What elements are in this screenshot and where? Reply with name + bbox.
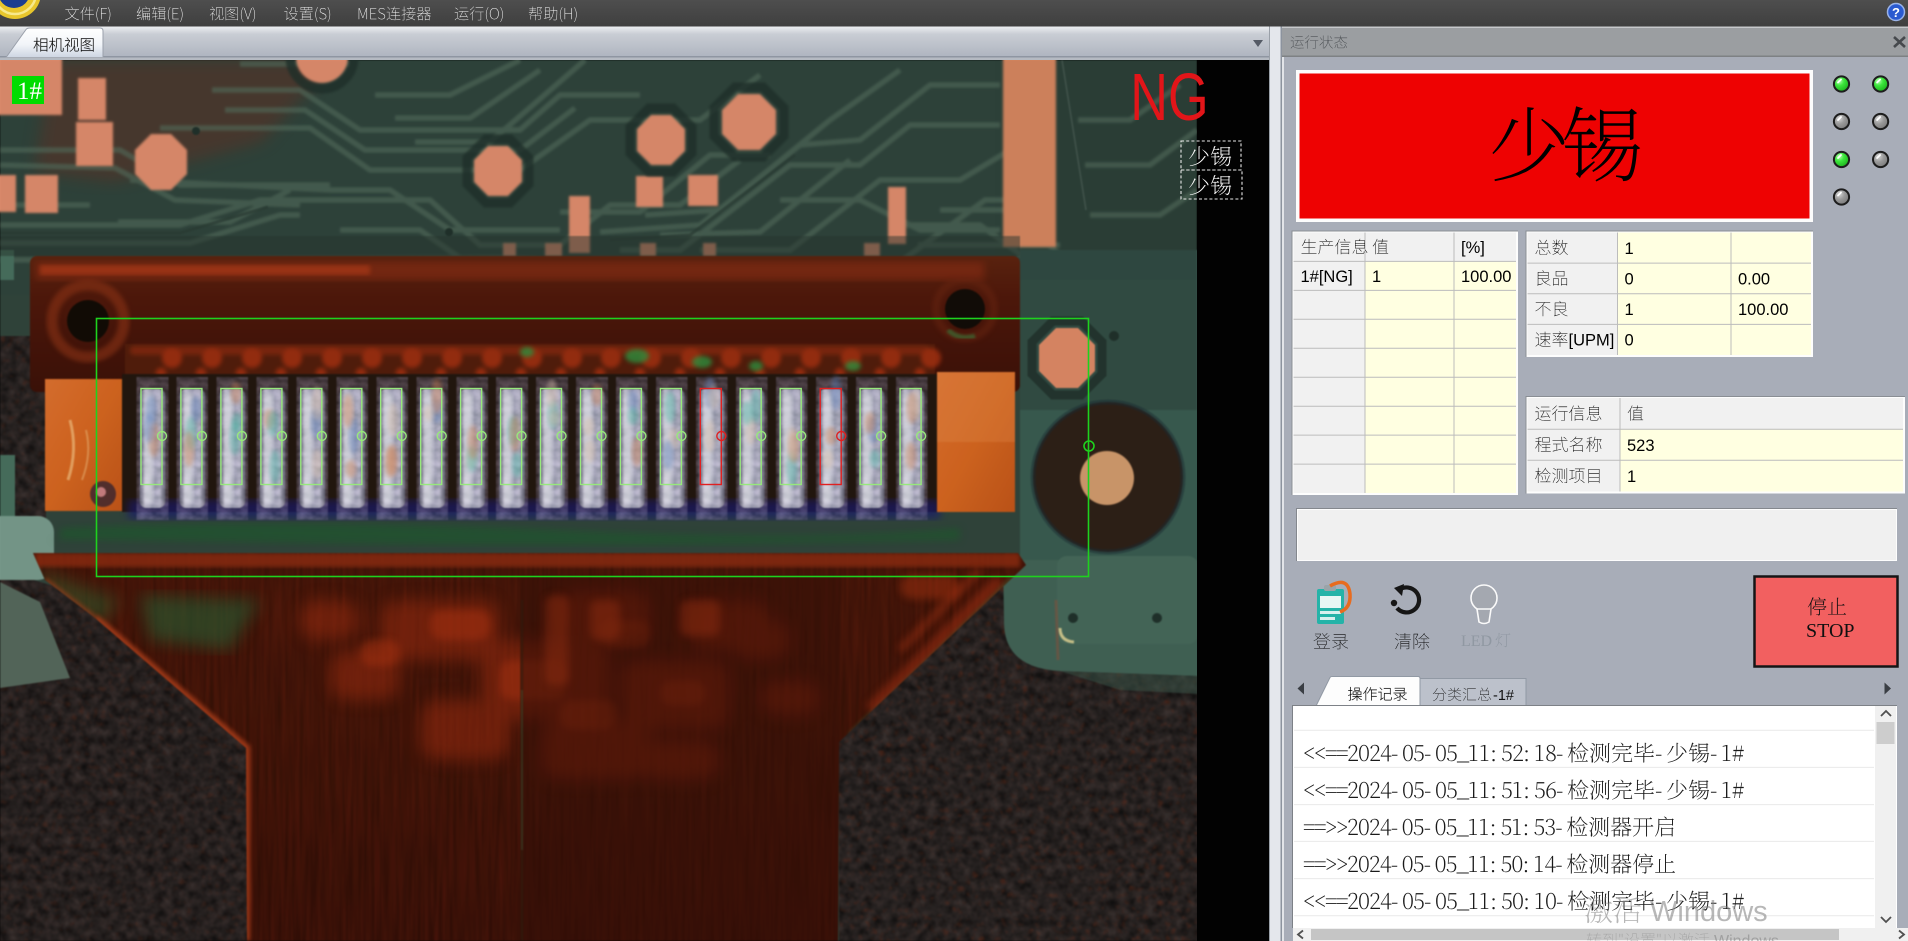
svg-text:1: 1 xyxy=(1372,268,1381,286)
svg-text:[%]: [%] xyxy=(1461,239,1485,257)
svg-text:STOP: STOP xyxy=(1806,620,1855,642)
svg-text:100.00: 100.00 xyxy=(1461,268,1511,286)
svg-text:0: 0 xyxy=(1625,332,1634,350)
svg-text:1: 1 xyxy=(1627,468,1636,486)
svg-text:Windows: Windows xyxy=(1650,896,1768,928)
svg-text:0.00: 0.00 xyxy=(1738,270,1770,288)
svg-text:1: 1 xyxy=(1625,301,1634,319)
svg-text:100.00: 100.00 xyxy=(1738,301,1788,319)
svg-text:1#: 1# xyxy=(17,78,43,105)
svg-text:523: 523 xyxy=(1627,437,1655,455)
svg-text:-1#: -1# xyxy=(1493,688,1514,704)
svg-text:[UPM]: [UPM] xyxy=(1569,332,1615,350)
svg-text:LED: LED xyxy=(1461,633,1492,650)
svg-text:NG: NG xyxy=(1130,60,1208,135)
svg-text:?: ? xyxy=(1892,5,1900,20)
svg-text:Windows: Windows xyxy=(1714,933,1779,941)
svg-text:1#[NG]: 1#[NG] xyxy=(1301,268,1353,286)
svg-text:1: 1 xyxy=(1625,240,1634,258)
svg-text:0: 0 xyxy=(1625,270,1634,288)
